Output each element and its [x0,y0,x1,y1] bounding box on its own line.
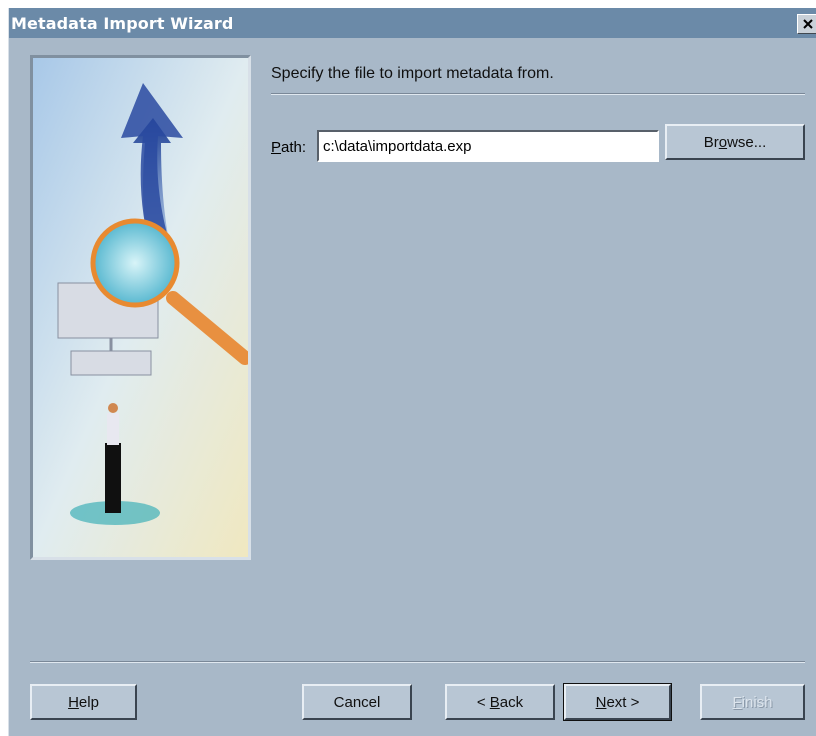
back-button[interactable]: < Back [445,684,555,720]
help-label-rest: elp [78,693,99,711]
wizard-illustration [30,55,251,560]
bottom-separator [30,661,805,663]
back-label-prefix: < [476,693,490,711]
finish-label-rest: inish [741,693,773,711]
magnifier-illustration [33,58,248,557]
back-label: < Back [477,694,523,711]
browse-label-mnemonic: o [718,133,728,151]
back-label-rest: ack [499,693,524,711]
window-title: Metadata Import Wizard [11,13,234,33]
instruction-text: Specify the file to import metadata from… [271,65,554,82]
close-icon [803,19,813,29]
browse-button[interactable]: Browse... [665,124,805,160]
top-separator [271,93,805,95]
path-label: Path: [271,139,306,156]
back-label-mnemonic: B [489,693,500,711]
finish-label-mnemonic: F [732,693,742,711]
path-label-mnemonic: P [271,139,282,156]
next-button[interactable]: Next > [563,683,672,721]
browse-label: Browse... [704,134,767,151]
next-label-mnemonic: N [595,693,607,711]
path-label-rest: ath: [281,139,307,156]
close-button[interactable] [797,14,816,34]
browse-label-prefix: Br [703,133,719,151]
next-label-rest: ext > [606,693,640,711]
finish-button[interactable]: Finish [700,684,805,720]
title-bar[interactable]: Metadata Import Wizard [9,8,816,38]
wizard-dialog: Metadata Import Wizard Specify the file … [8,8,816,736]
browse-label-rest: wse... [727,133,767,151]
help-label-mnemonic: H [68,693,79,711]
finish-label: Finish [732,694,772,711]
help-button[interactable]: Help [30,684,137,720]
path-input[interactable] [317,130,659,162]
cancel-label: Cancel [333,693,381,711]
next-label: Next > [596,694,640,711]
cancel-button[interactable]: Cancel [302,684,412,720]
help-label: Help [68,694,99,711]
